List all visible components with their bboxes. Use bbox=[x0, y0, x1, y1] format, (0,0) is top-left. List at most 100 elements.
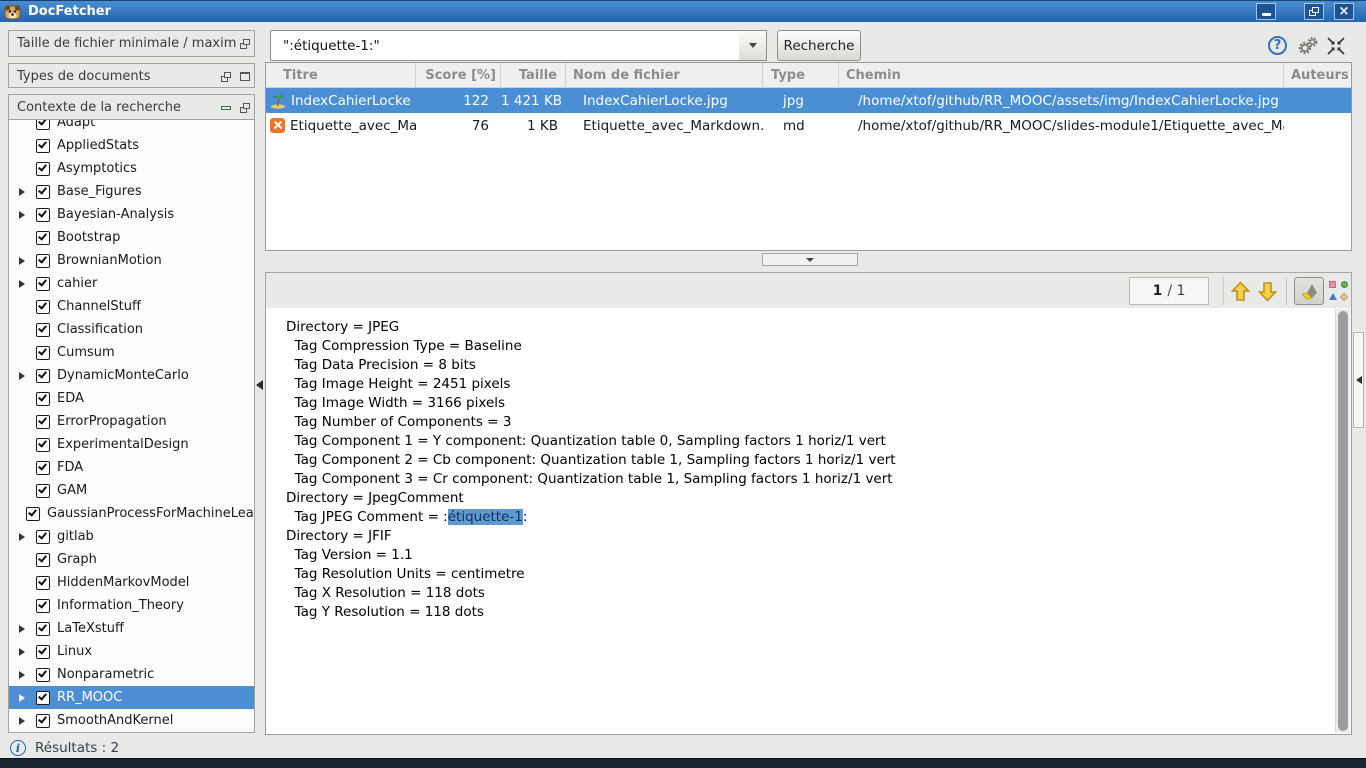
collapse-results-handle[interactable] bbox=[762, 253, 858, 266]
expand-arrow-icon[interactable] bbox=[19, 625, 29, 633]
tree-item-Base_Figures[interactable]: Base_Figures bbox=[9, 180, 254, 203]
tree-item-ExperimentalDesign[interactable]: ExperimentalDesign bbox=[9, 433, 254, 456]
column-header-auteurs[interactable]: Auteurs bbox=[1284, 63, 1352, 87]
column-header-chemin[interactable]: Chemin bbox=[839, 63, 1284, 87]
help-icon[interactable]: ? bbox=[1268, 36, 1287, 55]
tree-item-Cumsum[interactable]: Cumsum bbox=[9, 341, 254, 364]
search-button[interactable]: Recherche bbox=[777, 30, 861, 61]
column-header-taille[interactable]: Taille bbox=[501, 63, 566, 87]
tree-item-GAM[interactable]: GAM bbox=[9, 479, 254, 502]
panel-restore-icon[interactable] bbox=[240, 103, 250, 113]
restore-button[interactable] bbox=[1304, 3, 1324, 20]
highlight-toggle-button[interactable] bbox=[1294, 277, 1324, 305]
expand-arrow-icon[interactable] bbox=[19, 211, 29, 219]
close-button[interactable]: × bbox=[1334, 3, 1354, 20]
tree-checkbox[interactable] bbox=[36, 530, 50, 544]
expand-arrow-icon[interactable] bbox=[19, 188, 29, 196]
tree-checkbox[interactable] bbox=[36, 162, 50, 176]
column-header-titre[interactable]: Titre bbox=[266, 63, 416, 87]
tree-item-SmoothAndKernel[interactable]: SmoothAndKernel bbox=[9, 709, 254, 732]
search-input[interactable] bbox=[270, 30, 740, 61]
tree-item-Classification[interactable]: Classification bbox=[9, 318, 254, 341]
expand-arrow-icon[interactable] bbox=[19, 533, 29, 541]
minimize-button[interactable] bbox=[1256, 3, 1276, 20]
tree-checkbox[interactable] bbox=[36, 714, 50, 728]
tree-checkbox[interactable] bbox=[36, 185, 50, 199]
tree-item-LaTeXstuff[interactable]: LaTeXstuff bbox=[9, 617, 254, 640]
preview-text[interactable]: Directory = JPEG Tag Compression Type = … bbox=[286, 318, 1329, 730]
tree-checkbox[interactable] bbox=[36, 461, 50, 475]
tree-item-ChannelStuff[interactable]: ChannelStuff bbox=[9, 295, 254, 318]
search-history-dropdown[interactable] bbox=[739, 30, 767, 61]
tree-checkbox[interactable] bbox=[36, 208, 50, 222]
tree-item-cahier[interactable]: cahier bbox=[9, 272, 254, 295]
expand-arrow-icon[interactable] bbox=[19, 648, 29, 656]
tree-checkbox[interactable] bbox=[36, 392, 50, 406]
tree-item-gitlab[interactable]: gitlab bbox=[9, 525, 254, 548]
tree-checkbox[interactable] bbox=[36, 438, 50, 452]
titlebar[interactable]: DocFetcher × bbox=[0, 0, 1366, 22]
tree-item-Linux[interactable]: Linux bbox=[9, 640, 254, 663]
tree-checkbox[interactable] bbox=[36, 139, 50, 153]
tree-item-Graph[interactable]: Graph bbox=[9, 548, 254, 571]
tree-checkbox[interactable] bbox=[36, 599, 50, 613]
scrollbar-thumb[interactable] bbox=[1338, 311, 1348, 731]
tree-item-GaussianProcessForMachineLearning[interactable]: GaussianProcessForMachineLearning bbox=[9, 502, 254, 525]
tree-item-RR_MOOC[interactable]: RR_MOOC bbox=[9, 686, 254, 709]
tree-checkbox[interactable] bbox=[36, 369, 50, 383]
tree-checkbox[interactable] bbox=[36, 300, 50, 314]
panel-maximize-icon[interactable] bbox=[240, 72, 250, 81]
result-row-IndexCahierLocke[interactable]: IndexCahierLocke1221 421 KBIndexCahierLo… bbox=[266, 88, 1351, 113]
tree-checkbox[interactable] bbox=[36, 668, 50, 682]
column-header-nom-de-fichier[interactable]: Nom de fichier bbox=[566, 63, 763, 87]
tree-item-Adapt[interactable]: Adapt bbox=[9, 119, 254, 134]
tree-item-FDA[interactable]: FDA bbox=[9, 456, 254, 479]
tree-checkbox[interactable] bbox=[36, 346, 50, 360]
expand-arrow-icon[interactable] bbox=[19, 280, 29, 288]
tree-checkbox[interactable] bbox=[36, 553, 50, 567]
tree-checkbox[interactable] bbox=[36, 277, 50, 291]
tree-checkbox[interactable] bbox=[36, 576, 50, 590]
tree-checkbox[interactable] bbox=[36, 415, 50, 429]
tree-item-AppliedStats[interactable]: AppliedStats bbox=[9, 134, 254, 157]
expand-arrow-icon[interactable] bbox=[19, 372, 29, 380]
tree-checkbox[interactable] bbox=[36, 691, 50, 705]
tree-checkbox[interactable] bbox=[26, 507, 40, 521]
tree-checkbox[interactable] bbox=[36, 119, 50, 130]
tree-checkbox[interactable] bbox=[36, 231, 50, 245]
tree-checkbox[interactable] bbox=[36, 645, 50, 659]
previous-occurrence-button[interactable] bbox=[1229, 279, 1251, 303]
expand-arrow-icon[interactable] bbox=[19, 257, 29, 265]
preferences-gear-icon[interactable] bbox=[1297, 36, 1319, 56]
collapse-preview-handle[interactable] bbox=[1353, 332, 1364, 428]
result-path: /home/xtof/github/RR_MOOC/assets/img/Ind… bbox=[839, 93, 1284, 109]
tree-checkbox[interactable] bbox=[36, 484, 50, 498]
tree-checkbox[interactable] bbox=[36, 323, 50, 337]
column-header-type[interactable]: Type bbox=[763, 63, 839, 87]
tree-item-Nonparametric[interactable]: Nonparametric bbox=[9, 663, 254, 686]
next-occurrence-button[interactable] bbox=[1256, 279, 1278, 303]
expand-arrow-icon[interactable] bbox=[19, 717, 29, 725]
tree-item-DynamicMonteCarlo[interactable]: DynamicMonteCarlo bbox=[9, 364, 254, 387]
tree-item-BrownianMotion[interactable]: BrownianMotion bbox=[9, 249, 254, 272]
tree-item-Asymptotics[interactable]: Asymptotics bbox=[9, 157, 254, 180]
color-shapes-icon[interactable] bbox=[1329, 281, 1348, 300]
tree-item-ErrorPropagation[interactable]: ErrorPropagation bbox=[9, 410, 254, 433]
collapse-sidebar-handle[interactable] bbox=[256, 372, 265, 398]
tree-item-EDA[interactable]: EDA bbox=[9, 387, 254, 410]
preview-scrollbar[interactable] bbox=[1335, 309, 1350, 733]
tree-checkbox[interactable] bbox=[36, 622, 50, 636]
tree-checkbox[interactable] bbox=[36, 254, 50, 268]
tree-item-Information_Theory[interactable]: Information_Theory bbox=[9, 594, 254, 617]
expand-arrow-icon[interactable] bbox=[19, 694, 29, 702]
tree-item-Bayesian-Analysis[interactable]: Bayesian-Analysis bbox=[9, 203, 254, 226]
result-row-Etiquette_avec_Markdown[interactable]: Etiquette_avec_Markdown761 KBEtiquette_a… bbox=[266, 113, 1351, 138]
panel-restore-icon[interactable] bbox=[240, 39, 250, 49]
compact-view-icon[interactable] bbox=[1327, 37, 1345, 55]
expand-arrow-icon[interactable] bbox=[19, 671, 29, 679]
panel-restore-icon[interactable] bbox=[221, 72, 231, 82]
column-header-score-[interactable]: Score [%] bbox=[416, 63, 501, 87]
tree-item-HiddenMarkovModel[interactable]: HiddenMarkovModel bbox=[9, 571, 254, 594]
panel-minimize-icon[interactable] bbox=[221, 106, 231, 110]
tree-item-Bootstrap[interactable]: Bootstrap bbox=[9, 226, 254, 249]
